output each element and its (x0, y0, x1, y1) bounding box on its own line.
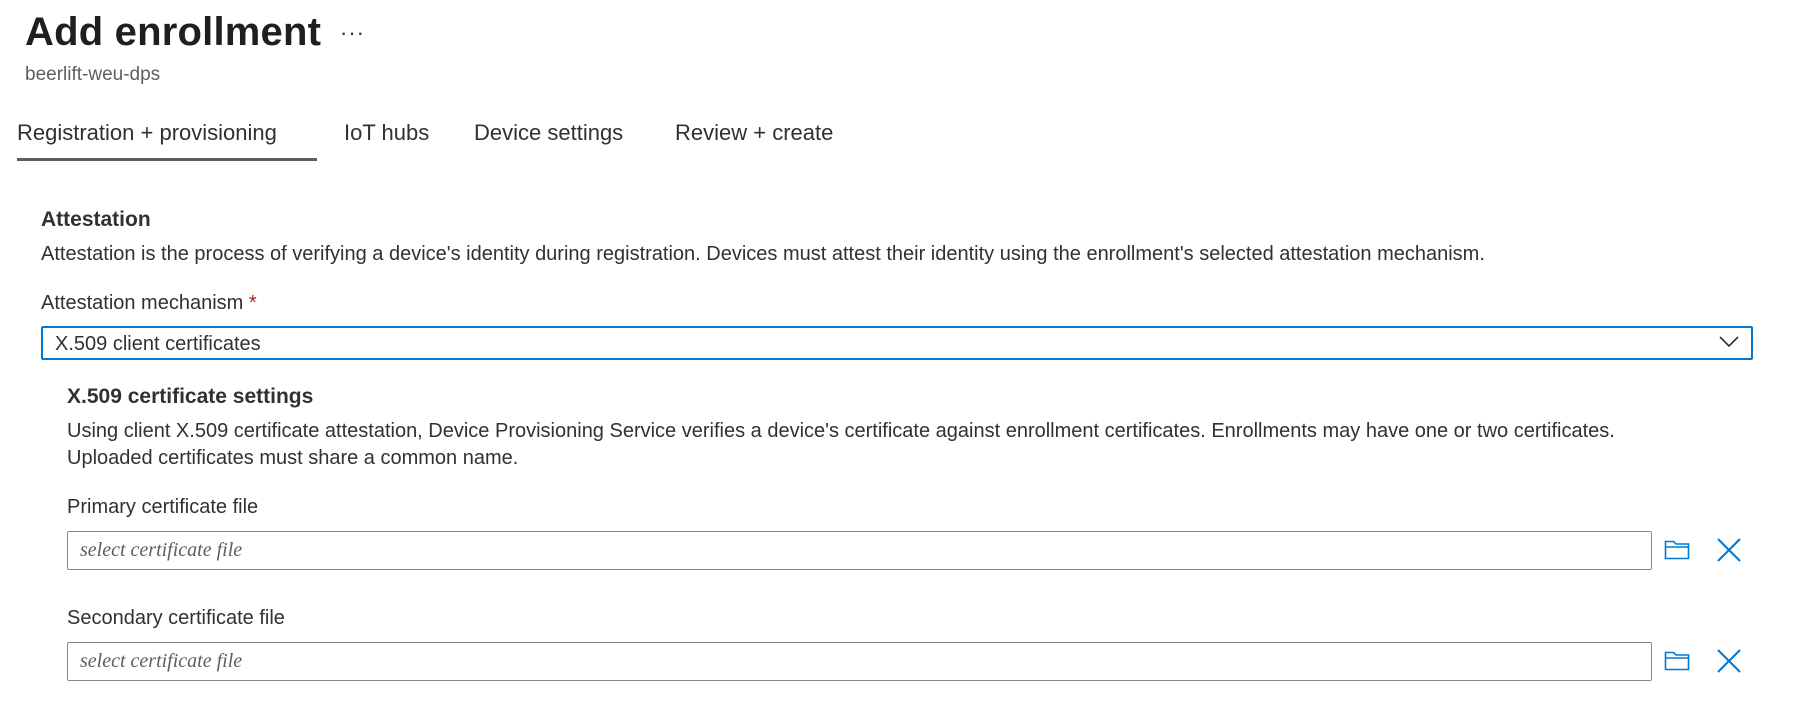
tab-device-settings[interactable]: Device settings (474, 118, 623, 158)
primary-certificate-label: Primary certificate file (67, 496, 259, 518)
more-options-button[interactable]: ··· (340, 20, 365, 46)
close-icon[interactable] (1716, 648, 1742, 674)
secondary-certificate-input[interactable] (67, 642, 1652, 681)
tab-review-create[interactable]: Review + create (675, 118, 833, 158)
folder-icon[interactable] (1664, 649, 1690, 671)
attestation-heading: Attestation (41, 208, 151, 231)
x509-settings-heading: X.509 certificate settings (67, 385, 314, 408)
page-subtitle: beerlift-weu-dps (25, 64, 161, 85)
close-icon[interactable] (1716, 537, 1742, 563)
folder-icon[interactable] (1664, 538, 1690, 560)
primary-certificate-input[interactable] (67, 531, 1652, 570)
attestation-mechanism-label-text: Attestation mechanism (41, 292, 244, 314)
x509-settings-description: Using client X.509 certificate attestati… (67, 418, 1615, 472)
attestation-description: Attestation is the process of verifying … (41, 243, 1485, 265)
secondary-certificate-label: Secondary certificate file (67, 607, 285, 629)
required-indicator: * (248, 292, 257, 314)
attestation-mechanism-label: Attestation mechanism * (41, 292, 257, 315)
x509-description-line-1: Using client X.509 certificate attestati… (67, 420, 1615, 442)
page-title: Add enrollment (25, 10, 322, 54)
attestation-mechanism-dropdown[interactable]: X.509 client certificates (41, 326, 1753, 360)
tab-registration-provisioning[interactable]: Registration + provisioning (17, 118, 317, 161)
chevron-down-icon (1719, 336, 1739, 348)
attestation-mechanism-value: X.509 client certificates (55, 333, 261, 355)
tab-iot-hubs[interactable]: IoT hubs (344, 118, 429, 158)
x509-description-line-2: Uploaded certificates must share a commo… (67, 447, 519, 469)
